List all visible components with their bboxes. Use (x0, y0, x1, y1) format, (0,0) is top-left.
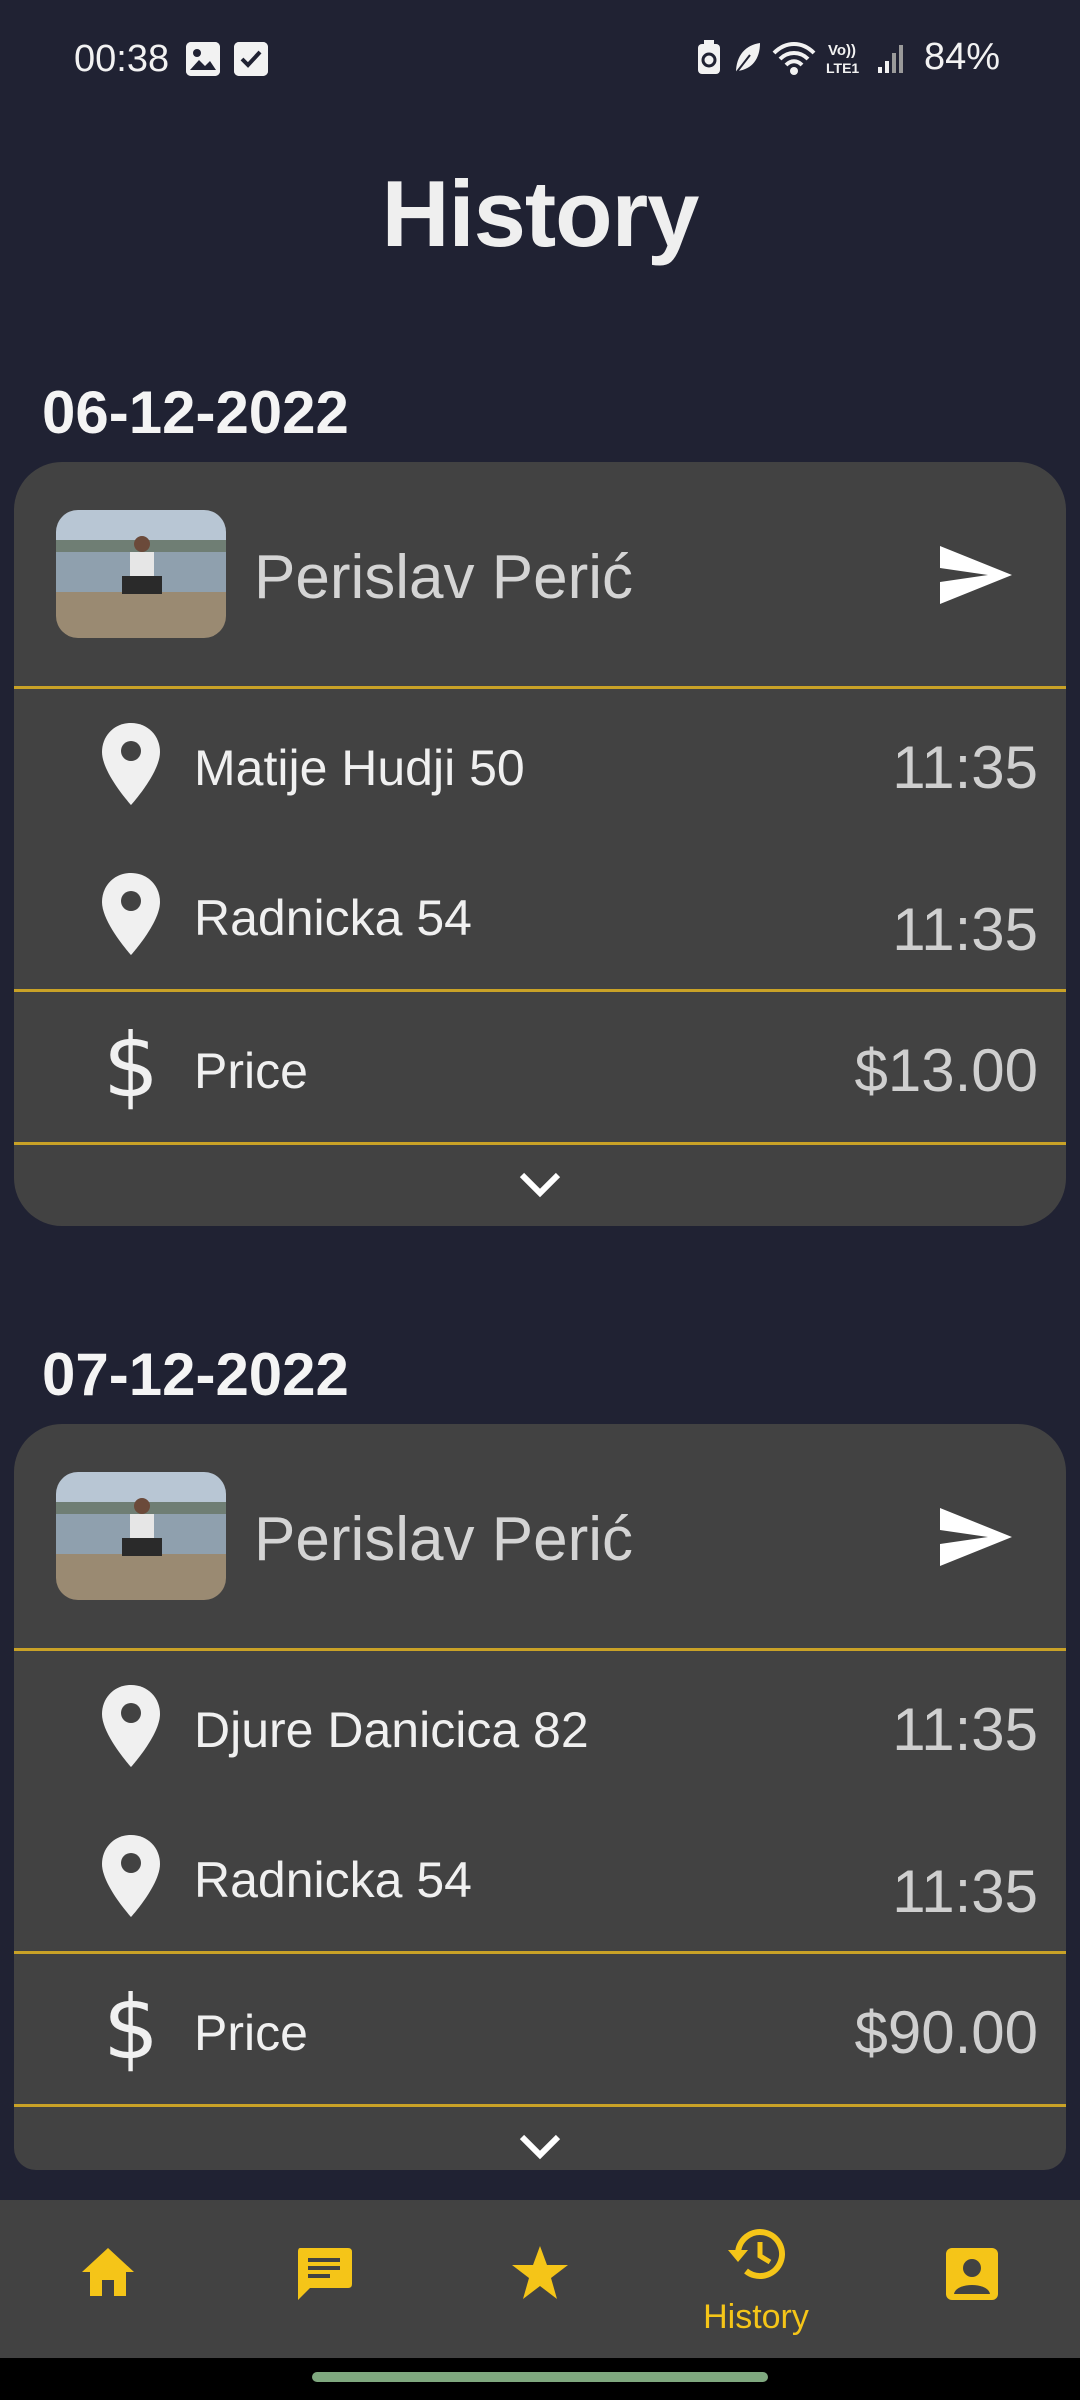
ride-date: 07-12-2022 (42, 1341, 349, 1408)
volte-icon: Vo))LTE1 (826, 42, 859, 76)
svg-text:Vo)): Vo)) (828, 42, 856, 59)
dropoff-time: 11:35 (892, 896, 1038, 963)
expand-button[interactable] (14, 1142, 1066, 1225)
chat-icon (298, 2248, 352, 2300)
page-title: History (381, 161, 700, 266)
ride-card[interactable]: Perislav Perić Matije Hudji 50 11:35 Rad… (14, 462, 1066, 1226)
home-icon (82, 2248, 134, 2296)
pickup-row: Djure Danicica 82 11:35 (14, 1651, 1066, 1801)
bottom-nav: History (0, 2200, 1080, 2358)
send-icon[interactable] (936, 1502, 1016, 1572)
chevron-down-icon (519, 1172, 561, 1198)
location-pin-icon (102, 873, 160, 955)
location-pin-icon (102, 1835, 160, 1917)
svg-text:$: $ (103, 1984, 159, 2074)
expand-button[interactable] (14, 2104, 1066, 2170)
battery-percent: 84% (923, 36, 1000, 78)
status-time: 00:38 (74, 38, 170, 80)
gallery-notification-icon (186, 42, 220, 76)
price-label: Price (194, 1043, 308, 1099)
dropoff-row: Radnicka 54 11:35 (14, 839, 1066, 989)
nav-chat[interactable] (216, 2200, 432, 2358)
leaf-icon (735, 42, 760, 74)
location-pin-icon (102, 1685, 160, 1767)
price-label: Price (194, 2005, 308, 2061)
nav-favorites[interactable] (432, 2200, 648, 2358)
ride-card[interactable]: Perislav Perić Djure Danicica 82 11:35 R… (14, 1424, 1066, 2170)
svg-text:LTE1: LTE1 (826, 60, 859, 76)
driver-name: Perislav Perić (254, 543, 633, 612)
chevron-down-icon (519, 2134, 561, 2160)
account-icon (946, 2248, 998, 2300)
dollar-icon: $ (103, 1984, 159, 2074)
price-row: $ Price $90.00 (14, 1951, 1066, 2104)
pickup-time: 11:35 (892, 734, 1038, 801)
wifi-icon (772, 41, 816, 75)
send-icon[interactable] (936, 540, 1016, 610)
pickup-address: Matije Hudji 50 (194, 740, 525, 796)
gesture-bar (0, 2358, 1080, 2400)
nav-history[interactable]: History (648, 2200, 864, 2358)
pickup-row: Matije Hudji 50 11:35 (14, 689, 1066, 839)
price-value: $13.00 (854, 1037, 1038, 1104)
checkbox-notification-icon (234, 42, 268, 76)
pickup-address: Djure Danicica 82 (194, 1702, 589, 1758)
battery-saver-icon (697, 39, 720, 74)
dropoff-time: 11:35 (892, 1858, 1038, 1925)
location-pin-icon (102, 723, 160, 805)
nav-history-label: History (703, 2298, 809, 2336)
pickup-time: 11:35 (892, 1696, 1038, 1763)
driver-avatar (56, 1472, 226, 1600)
nav-home[interactable] (0, 2200, 216, 2358)
price-row: $ Price $13.00 (14, 989, 1066, 1142)
ride-date: 06-12-2022 (42, 379, 349, 446)
signal-icon (877, 44, 903, 73)
history-icon (728, 2229, 785, 2280)
dropoff-row: Radnicka 54 11:35 (14, 1801, 1066, 1951)
status-bar: 00:38 Vo)) LTE1 84% (0, 0, 1080, 120)
driver-name: Perislav Perić (254, 1505, 633, 1574)
svg-text:$: $ (103, 1022, 159, 1112)
gesture-handle[interactable] (312, 2372, 768, 2382)
dropoff-address: Radnicka 54 (194, 1852, 472, 1908)
nav-account[interactable] (864, 2200, 1080, 2358)
star-icon (512, 2246, 568, 2299)
dropoff-address: Radnicka 54 (194, 890, 472, 946)
driver-avatar (56, 510, 226, 638)
dollar-icon: $ (103, 1022, 159, 1112)
price-value: $90.00 (854, 1999, 1038, 2066)
